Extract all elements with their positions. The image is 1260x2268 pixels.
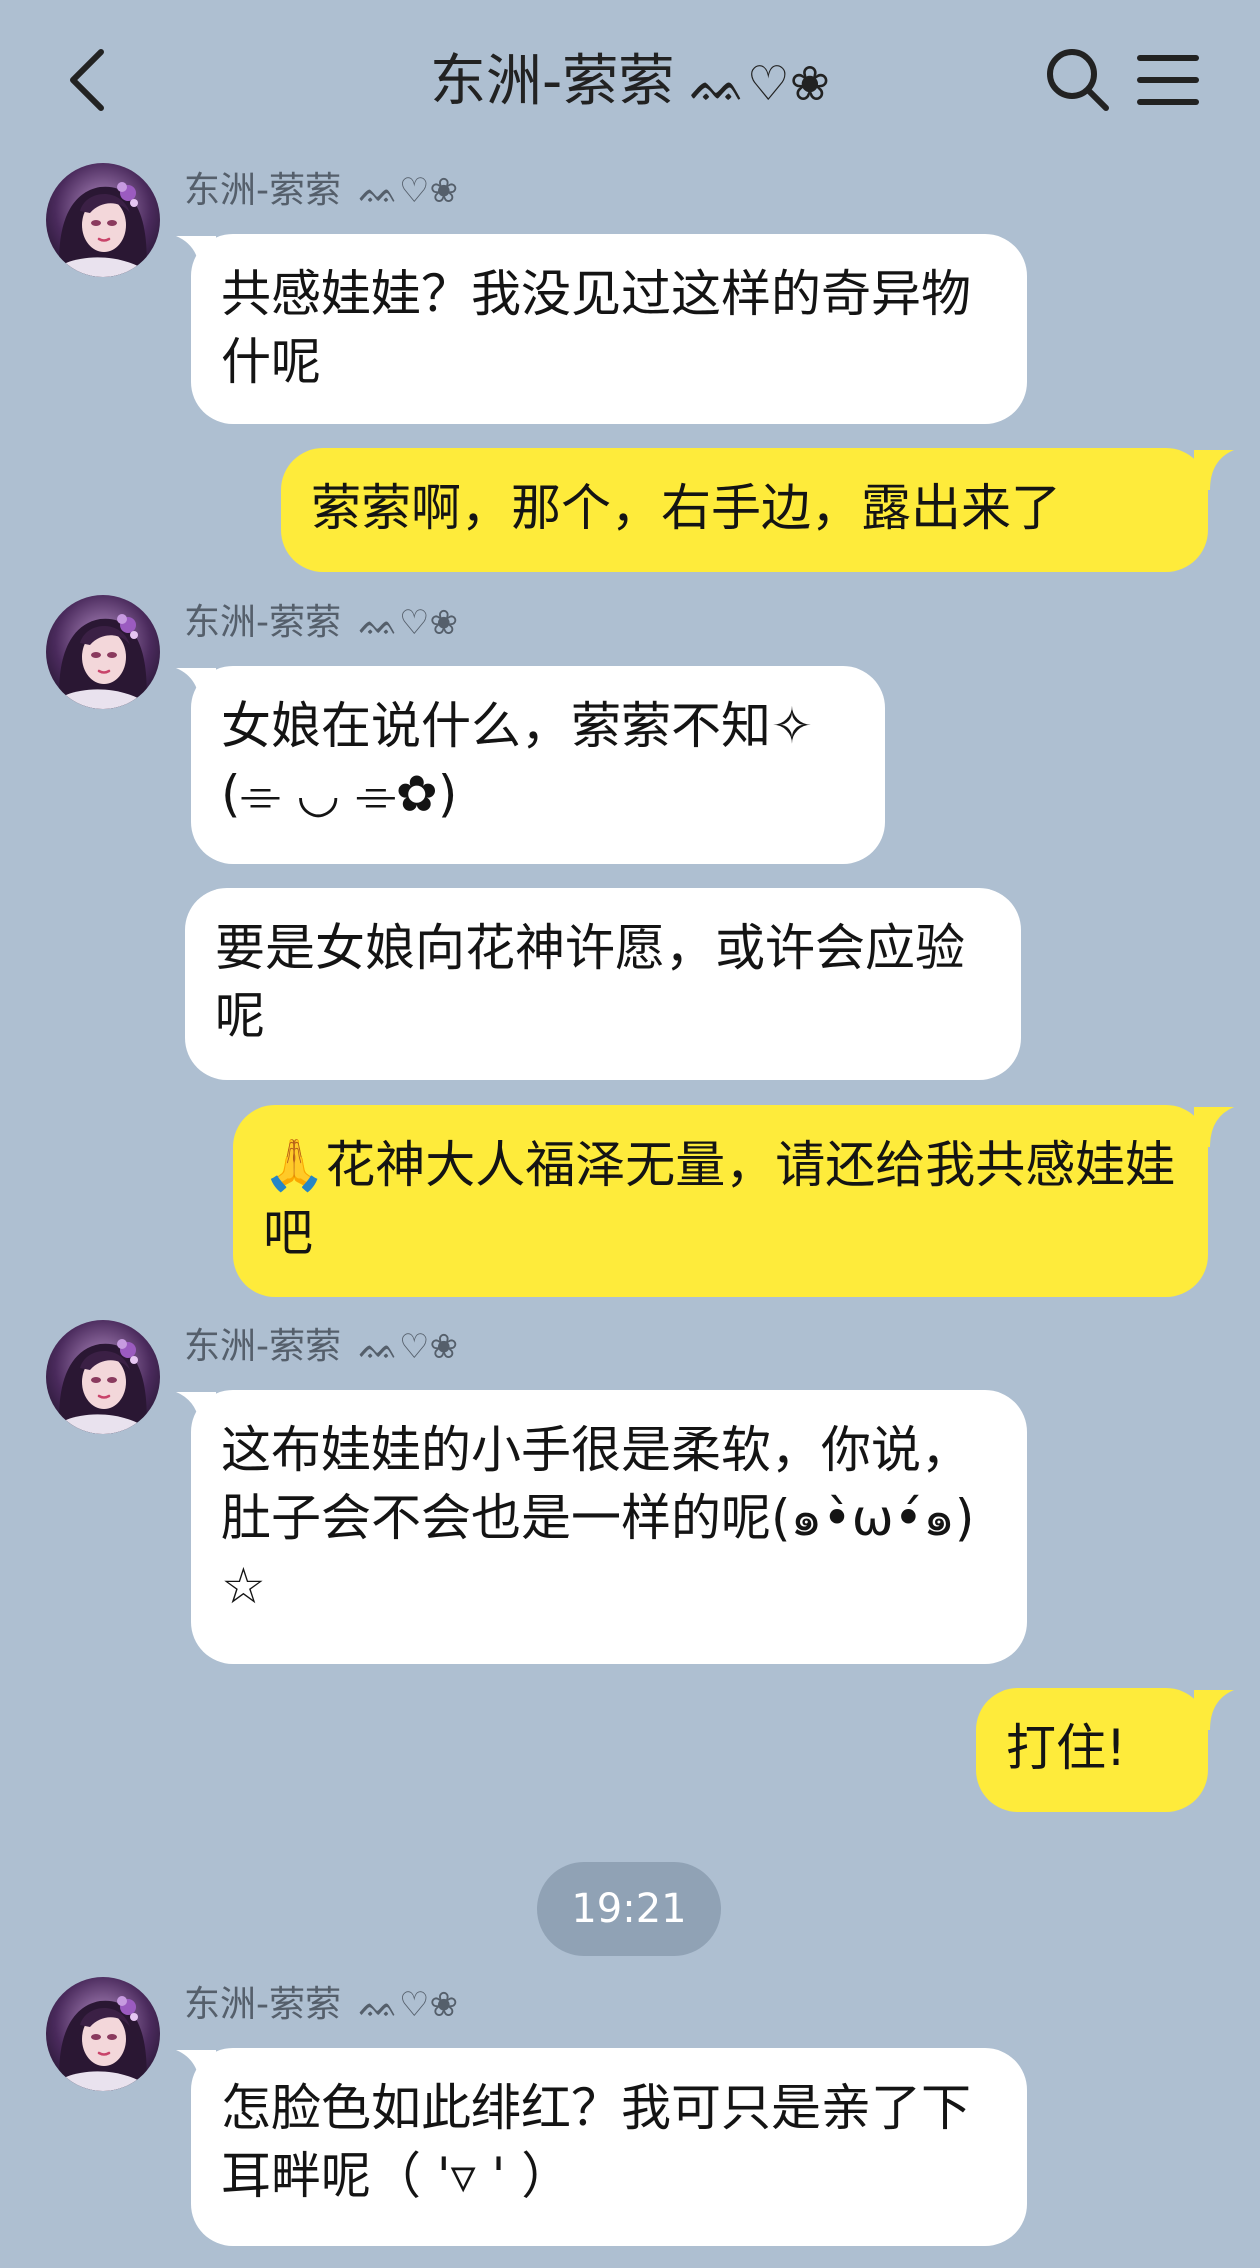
message-bubble-outgoing[interactable]: 🙏花神大人福泽无量，请还给我共感娃娃吧 <box>233 1105 1208 1297</box>
message-bubble-outgoing[interactable]: 萦萦啊，那个，右手边，露出来了 <box>281 448 1208 572</box>
sender-name-decoration: ᨐ♡❀ <box>359 603 458 643</box>
chat-title-decoration: ᨐ♡❀ <box>690 56 830 112</box>
contact-avatar[interactable] <box>46 163 160 277</box>
message-bubble-incoming[interactable]: 这布娃娃的小手很是柔软，你说，肚子会不会也是一样的呢(๑•̀ω•́๑)☆ <box>191 1390 1027 1664</box>
sender-name-text: 东洲-萦萦 <box>184 1326 341 1367</box>
avatar-image <box>46 1977 160 2091</box>
sender-name-decoration: ᨐ♡❀ <box>359 171 458 211</box>
bubble-tail <box>176 1392 216 1432</box>
message-bubble-incoming[interactable]: 要是女娘向花神许愿，或许会应验呢 <box>185 888 1021 1080</box>
bubble-tail <box>176 668 216 708</box>
sender-name: 东洲-萦萦 ᨐ♡❀ <box>184 166 458 216</box>
avatar-image <box>46 163 160 277</box>
sender-name-text: 东洲-萦萦 <box>184 602 341 643</box>
message-bubble-incoming[interactable]: 女娘在说什么，萦萦不知✧(⌯ ◡ ⌯✿) <box>191 666 885 864</box>
chat-title-name: 东洲-萦萦 <box>430 49 675 114</box>
sender-name: 东洲-萦萦 ᨐ♡❀ <box>184 1322 458 1372</box>
bubble-tail <box>1194 450 1234 490</box>
chat-screen: 东洲-萦萦 ᨐ♡❀ 东洲-萦萦 ᨐ♡❀ 共感娃娃？我没见过这样的奇异物什呢 萦萦… <box>0 0 1260 2268</box>
sender-name: 东洲-萦萦 ᨐ♡❀ <box>184 1980 458 2030</box>
search-icon <box>1047 49 1109 111</box>
bubble-tail <box>176 2050 216 2090</box>
avatar-image <box>46 595 160 709</box>
avatar-image <box>46 1320 160 1434</box>
sender-name-text: 东洲-萦萦 <box>184 170 341 211</box>
sender-name: 东洲-萦萦 ᨐ♡❀ <box>184 598 458 648</box>
chat-title: 东洲-萦萦 ᨐ♡❀ <box>300 42 960 122</box>
contact-avatar[interactable] <box>46 1977 160 2091</box>
contact-avatar[interactable] <box>46 1320 160 1434</box>
menu-button[interactable] <box>1130 42 1206 118</box>
contact-avatar[interactable] <box>46 595 160 709</box>
bubble-tail <box>176 236 216 276</box>
search-button[interactable] <box>1040 42 1116 118</box>
bubble-tail <box>1194 1107 1234 1147</box>
chevron-left-icon <box>70 49 104 111</box>
hamburger-menu-icon <box>1137 55 1199 105</box>
bubble-tail <box>1194 1690 1234 1730</box>
top-bar: 东洲-萦萦 ᨐ♡❀ <box>0 0 1260 160</box>
message-bubble-incoming[interactable]: 怎脸色如此绯红？我可只是亲了下耳畔呢（ '▿ ' ） <box>191 2048 1027 2246</box>
timestamp-divider: 19:21 <box>537 1862 721 1956</box>
message-bubble-incoming[interactable]: 共感娃娃？我没见过这样的奇异物什呢 <box>191 234 1027 424</box>
sender-name-decoration: ᨐ♡❀ <box>359 1327 458 1367</box>
sender-name-text: 东洲-萦萦 <box>184 1984 341 2025</box>
sender-name-decoration: ᨐ♡❀ <box>359 1985 458 2025</box>
message-bubble-outgoing[interactable]: 打住! <box>976 1688 1208 1812</box>
back-button[interactable] <box>55 40 125 120</box>
